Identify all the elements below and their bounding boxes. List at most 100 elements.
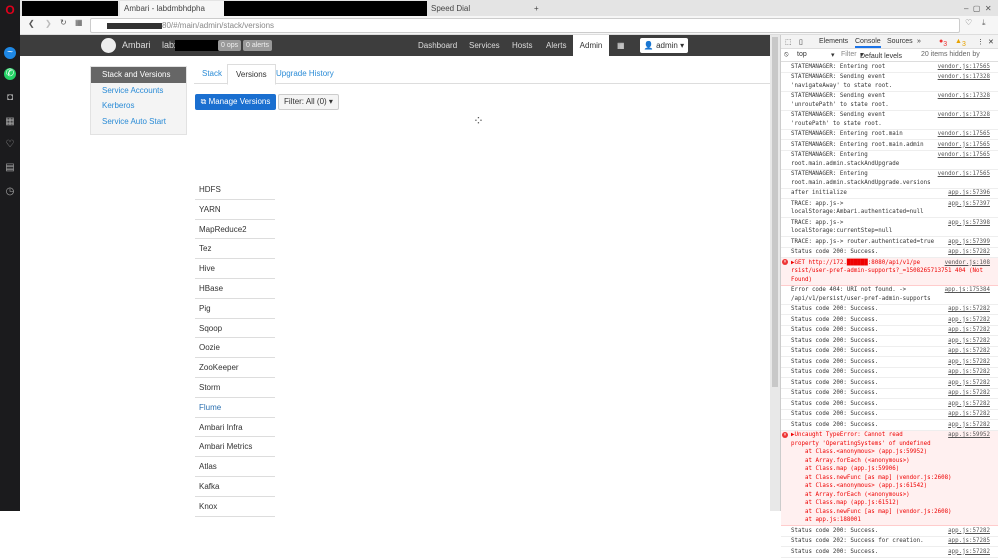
menu-icon[interactable]: ⋮ bbox=[977, 38, 984, 46]
service-item[interactable]: ZooKeeper bbox=[195, 358, 275, 378]
service-item[interactable]: Tez bbox=[195, 239, 275, 260]
service-item[interactable]: Flume bbox=[195, 398, 275, 418]
service-item[interactable]: Kafka bbox=[195, 477, 275, 497]
device-icon[interactable]: ▯ bbox=[799, 38, 803, 46]
nav-admin[interactable]: Admin bbox=[573, 35, 609, 56]
service-item[interactable]: Atlas bbox=[195, 457, 275, 477]
brand[interactable]: Ambari bbox=[122, 35, 151, 56]
source-link[interactable]: app.js:57282 bbox=[948, 248, 990, 257]
url-input[interactable]: 80/#/main/admin/stack/versions bbox=[90, 18, 960, 33]
source-link[interactable]: app.js:57285 bbox=[948, 537, 990, 546]
grid-icon[interactable]: ▦ bbox=[75, 18, 83, 27]
source-link[interactable]: vendor.js:17328 bbox=[938, 92, 990, 101]
filter-dropdown[interactable]: Filter: All (0) ▾ bbox=[278, 94, 339, 110]
tab-elements[interactable]: Elements bbox=[819, 38, 848, 45]
levels-select[interactable]: Default levels ▾ bbox=[860, 51, 902, 60]
source-link[interactable]: app.js:57282 bbox=[948, 548, 990, 557]
service-item[interactable]: HBase bbox=[195, 279, 275, 299]
news-icon[interactable]: ▤ bbox=[4, 162, 16, 174]
source-link[interactable]: app.js:57282 bbox=[948, 527, 990, 536]
sidebar-item-stack-and-versions[interactable]: Stack and Versions bbox=[91, 67, 186, 83]
back-icon[interactable]: ❮ bbox=[28, 19, 35, 28]
source-link[interactable]: app.js:57282 bbox=[948, 347, 990, 356]
context-select[interactable]: top bbox=[797, 51, 807, 58]
new-tab-button[interactable]: + bbox=[530, 1, 542, 16]
page-scrollbar[interactable] bbox=[770, 35, 780, 511]
scrollbar-thumb[interactable] bbox=[772, 37, 778, 387]
nav-dashboard[interactable]: Dashboard bbox=[418, 35, 457, 56]
source-link[interactable]: app.js:57282 bbox=[948, 316, 990, 325]
tab-sources[interactable]: Sources bbox=[887, 38, 913, 45]
service-item[interactable]: Pig bbox=[195, 299, 275, 319]
source-link[interactable]: vendor.js:108 bbox=[945, 259, 990, 268]
sidebar-item-service-accounts[interactable]: Service Accounts bbox=[91, 83, 186, 99]
service-item[interactable]: Hive bbox=[195, 259, 275, 279]
more-tabs-icon[interactable]: » bbox=[917, 38, 921, 45]
source-link[interactable]: vendor.js:17565 bbox=[938, 170, 990, 179]
messenger-icon[interactable]: ~ bbox=[4, 47, 16, 59]
inspect-icon[interactable]: ⬚ bbox=[785, 38, 792, 46]
nav-services[interactable]: Services bbox=[469, 35, 500, 56]
source-link[interactable]: app.js:57282 bbox=[948, 368, 990, 377]
download-icon[interactable]: ⤓ bbox=[982, 18, 986, 28]
service-item[interactable]: Oozie bbox=[195, 338, 275, 359]
history-icon[interactable]: ◷ bbox=[4, 186, 16, 198]
service-item[interactable]: Ambari Metrics bbox=[195, 437, 275, 458]
sidebar-item-kerberos[interactable]: Kerberos bbox=[91, 98, 186, 114]
opera-logo-icon[interactable]: O bbox=[4, 4, 16, 16]
source-link[interactable]: vendor.js:17328 bbox=[938, 73, 990, 82]
tab-speed-dial[interactable]: Speed Dial bbox=[427, 1, 537, 16]
speed-dial-icon[interactable]: ▦ bbox=[4, 116, 16, 128]
window-controls[interactable]: – ▢ ✕ bbox=[960, 1, 998, 16]
manage-versions-button[interactable]: ⧉ Manage Versions bbox=[195, 94, 276, 110]
tab-ambari[interactable]: Ambari - labdmbhdpha✕ bbox=[120, 1, 240, 16]
heart-icon[interactable]: ♡ bbox=[965, 18, 972, 27]
source-link[interactable]: app.js:57282 bbox=[948, 410, 990, 419]
source-link[interactable]: app.js:57397 bbox=[948, 200, 990, 209]
service-item[interactable]: Sqoop bbox=[195, 319, 275, 339]
source-link[interactable]: vendor.js:17328 bbox=[938, 111, 990, 120]
tab-upgrade-history[interactable]: Upgrade History bbox=[268, 64, 342, 84]
service-item[interactable]: HDFS bbox=[195, 180, 275, 200]
source-link[interactable]: vendor.js:17565 bbox=[938, 63, 990, 72]
source-link[interactable]: app.js:57282 bbox=[948, 337, 990, 346]
source-link[interactable]: app.js:57282 bbox=[948, 400, 990, 409]
service-item[interactable]: Storm bbox=[195, 378, 275, 398]
source-link[interactable]: app.js:57282 bbox=[948, 358, 990, 367]
source-link[interactable]: app.js:59952 bbox=[948, 431, 990, 440]
service-item[interactable]: Ambari Infra bbox=[195, 418, 275, 438]
close-icon[interactable]: ✕ bbox=[988, 38, 994, 46]
warning-count[interactable]: ▲ 3 bbox=[955, 38, 966, 48]
views-grid-icon[interactable]: ▦ bbox=[617, 35, 625, 56]
reload-icon[interactable]: ↻ bbox=[60, 18, 67, 27]
forward-icon[interactable]: ❯ bbox=[45, 19, 52, 28]
chevron-down-icon[interactable]: ▾ bbox=[831, 51, 835, 59]
source-link[interactable]: app.js:57282 bbox=[948, 379, 990, 388]
clear-console-icon[interactable]: ⦸ bbox=[784, 51, 789, 59]
heart-icon[interactable]: ♡ bbox=[4, 139, 16, 151]
tab-console[interactable]: Console bbox=[855, 38, 881, 48]
source-link[interactable]: app.js:57396 bbox=[948, 189, 990, 198]
source-link[interactable]: app.js:57282 bbox=[948, 326, 990, 335]
whatsapp-icon[interactable]: ✆ bbox=[4, 68, 16, 80]
source-link[interactable]: vendor.js:17565 bbox=[938, 141, 990, 150]
filter-input[interactable]: Filter bbox=[841, 51, 857, 58]
camera-icon[interactable]: ◘ bbox=[4, 92, 16, 104]
source-link[interactable]: app.js:57282 bbox=[948, 389, 990, 398]
source-link[interactable]: app.js:57398 bbox=[948, 219, 990, 228]
user-menu-button[interactable]: 👤 admin ▾ bbox=[640, 38, 688, 53]
source-link[interactable]: app.js:57282 bbox=[948, 305, 990, 314]
source-link[interactable]: app.js:175384 bbox=[945, 286, 990, 295]
source-link[interactable]: app.js:57282 bbox=[948, 421, 990, 430]
sidebar-item-service-auto-start[interactable]: Service Auto Start bbox=[91, 114, 186, 130]
alerts-badge[interactable]: 0 alerts bbox=[243, 40, 272, 51]
service-item[interactable]: YARN bbox=[195, 200, 275, 220]
tab-stack[interactable]: Stack bbox=[194, 64, 230, 84]
source-link[interactable]: vendor.js:17565 bbox=[938, 151, 990, 160]
service-item[interactable]: MapReduce2 bbox=[195, 220, 275, 240]
source-link[interactable]: vendor.js:17565 bbox=[938, 130, 990, 139]
nav-hosts[interactable]: Hosts bbox=[512, 35, 532, 56]
tab-redacted[interactable] bbox=[22, 1, 118, 16]
source-link[interactable]: app.js:57399 bbox=[948, 238, 990, 247]
tab-redacted[interactable] bbox=[224, 1, 427, 16]
